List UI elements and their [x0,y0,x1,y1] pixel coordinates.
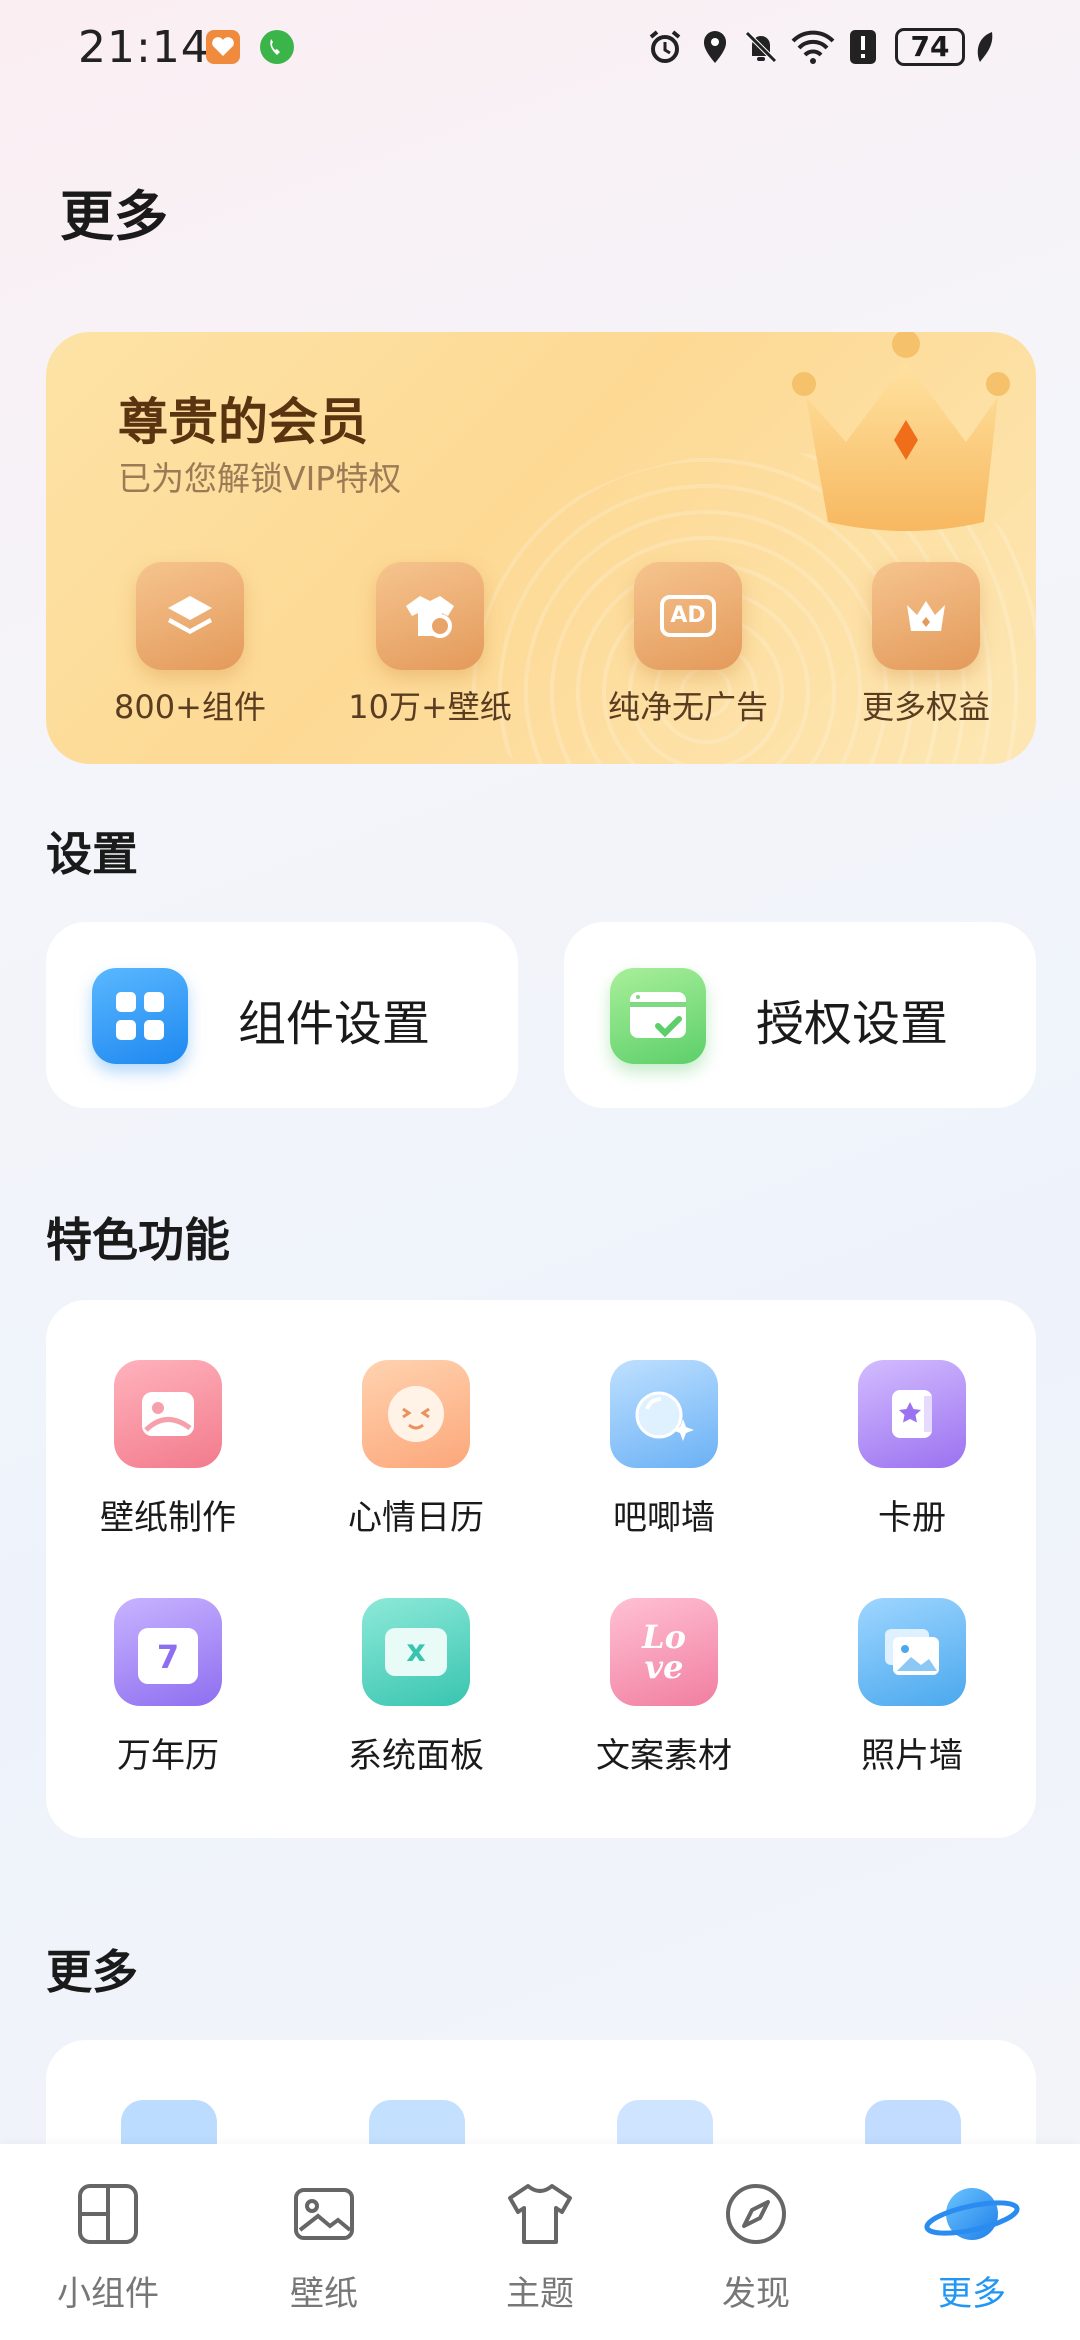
status-bar: 21:14 74 [0,0,1080,96]
tshirt-icon [508,2184,572,2244]
widget-settings-label: 组件设置 [238,996,431,1052]
nav-wallpaper[interactable]: 壁纸 [216,2144,432,2340]
crown-icon [792,332,1010,531]
widget-grid-icon [92,968,188,1064]
calendar-icon: 7 [114,1598,222,1706]
status-time: 21:14 [78,22,210,73]
panel-letter: x [385,1628,447,1676]
nav-label: 主题 [506,2274,574,2314]
nav-label: 壁纸 [290,2274,358,2314]
battery-indicator: 74 [895,28,965,66]
nav-label: 小组件 [57,2274,159,2314]
feature-photo-wall[interactable]: 照片墙 [812,1598,1012,1777]
vip-subtitle: 已为您解锁VIP特权 [118,459,402,498]
perk-label: 800+组件 [114,688,266,726]
feature-wallpaper-make[interactable]: 壁纸制作 [68,1360,268,1539]
location-icon [704,31,726,63]
feature-card-album[interactable]: 卡册 [812,1360,1012,1539]
perk-more-benefits[interactable]: 更多权益 [836,562,1016,728]
feature-label: 壁纸制作 [100,1498,236,1538]
panel-icon: x [362,1598,470,1706]
leaf-icon [977,32,993,62]
perk-no-ads[interactable]: AD 纯净无广告 [598,562,778,728]
feature-label: 照片墙 [861,1736,963,1776]
badge-sparkle-icon [610,1360,718,1468]
nav-more[interactable]: 更多 [864,2144,1080,2340]
perk-label: 更多权益 [861,688,990,726]
perk-label: 纯净无广告 [607,688,768,726]
more-title: 更多 [46,1945,138,1999]
nav-theme[interactable]: 主题 [432,2144,648,2340]
mute-bell-icon [745,31,777,63]
perk-widgets[interactable]: 800+组件 [100,562,280,728]
feature-label: 心情日历 [348,1498,484,1538]
ad-icon: AD [634,562,742,670]
feature-label: 系统面板 [348,1736,484,1776]
card-album-icon [858,1360,966,1468]
nav-widgets[interactable]: 小组件 [0,2144,216,2340]
alarm-icon [649,30,681,63]
alert-icon [850,30,876,64]
feature-mood-calendar[interactable]: 心情日历 [316,1360,516,1539]
feature-copywriting[interactable]: Lo ve 文案素材 [564,1598,764,1777]
ad-badge: AD [660,595,716,637]
perk-wallpapers[interactable]: 10万+壁纸 [340,562,520,728]
planet-icon [924,2188,1020,2240]
layers-icon [136,562,244,670]
feature-label: 文案素材 [596,1736,732,1776]
feature-label: 卡册 [878,1498,946,1538]
widget-settings-button[interactable]: 组件设置 [46,922,518,1108]
nav-label: 更多 [938,2274,1006,2314]
call-app-icon [260,30,294,64]
feature-perpetual-calendar[interactable]: 7 万年历 [68,1598,268,1777]
love-text-line2: ve [644,1648,684,1686]
features-title: 特色功能 [46,1213,230,1267]
love-text-icon: Lo ve [610,1598,718,1706]
bottom-nav: 小组件 壁纸 主题 发现 更多 [0,2144,1080,2340]
feature-label: 万年历 [117,1736,219,1776]
features-card: 壁纸制作 心情日历 吧唧墙 卡册 7 万年历 x 系统面板 Lo ve 文案素材… [46,1300,1036,1838]
compass-icon [726,2184,786,2244]
nav-discover[interactable]: 发现 [648,2144,864,2340]
mood-face-icon [362,1360,470,1468]
vip-card[interactable]: 尊贵的会员 已为您解锁VIP特权 800+组件 10万+壁纸 AD 纯净无广告 … [46,332,1036,764]
authorize-check-icon [610,968,706,1064]
crown-small-icon [872,562,980,670]
shirt-icon [376,562,484,670]
health-app-icon [206,30,240,64]
authorize-settings-button[interactable]: 授权设置 [564,922,1036,1108]
feature-badge-wall[interactable]: 吧唧墙 [564,1360,764,1539]
image-icon [294,2188,354,2240]
feature-label: 吧唧墙 [613,1498,715,1538]
wifi-icon [791,30,835,64]
page-title: 更多 [60,185,168,248]
nav-label: 发现 [722,2274,790,2314]
authorize-settings-label: 授权设置 [756,996,949,1052]
photo-wall-icon [858,1598,966,1706]
settings-title: 设置 [46,827,138,881]
perk-label: 10万+壁纸 [348,688,512,726]
calendar-day-number: 7 [138,1628,198,1684]
vip-title: 尊贵的会员 [118,393,368,451]
widget-icon [78,2184,138,2244]
feature-system-panel[interactable]: x 系统面板 [316,1598,516,1777]
wallpaper-make-icon [114,1360,222,1468]
